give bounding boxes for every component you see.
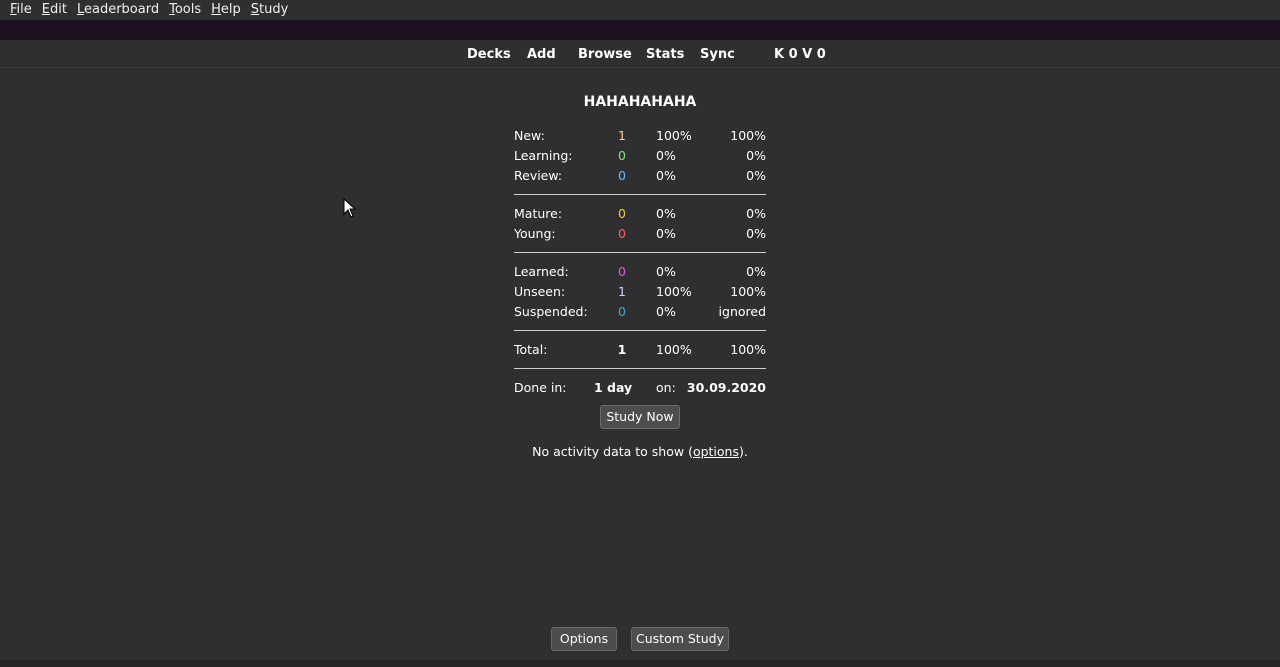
stats-row-review: Review: 0 0% 0%	[514, 166, 766, 186]
stat-count: 0	[618, 226, 626, 241]
stat-count: 0	[618, 206, 626, 221]
add-link[interactable]: Add	[527, 47, 556, 62]
menu-study-key: S	[250, 2, 260, 17]
stat-label: Mature:	[514, 206, 563, 221]
no-activity-suffix: ).	[739, 444, 748, 459]
menu-leaderboard-key: L	[76, 2, 84, 17]
main-toolbar: Decks Add Browse Stats Sync K 0 V 0	[0, 40, 1280, 68]
stat-percent: 100%	[656, 284, 692, 299]
stat-label: Learned:	[514, 264, 569, 279]
profile-indicator[interactable]: K 0 V 0	[774, 47, 826, 62]
stat-percent: 0%	[656, 206, 676, 221]
stat-percent: 0%	[656, 304, 676, 319]
stat-percent-total: 0%	[746, 168, 766, 183]
stat-label: Suspended:	[514, 304, 588, 319]
menu-edit-label: dit	[50, 2, 67, 17]
stat-label: Learning:	[514, 148, 573, 163]
divider	[514, 244, 766, 262]
menu-edit-key: E	[41, 2, 50, 17]
stat-label: Review:	[514, 168, 563, 183]
done-on-label: on:	[656, 380, 676, 395]
bottom-strip	[0, 660, 1280, 667]
stats-row-learned: Learned: 0 0% 0%	[514, 262, 766, 282]
menu-file-label: ile	[16, 2, 32, 17]
stat-percent: 0%	[656, 264, 676, 279]
stat-count: 1	[618, 284, 626, 299]
menu-help[interactable]: Help	[211, 0, 241, 20]
no-activity-text: No activity data to show (	[532, 444, 693, 459]
stat-label: Unseen:	[514, 284, 566, 299]
decks-link[interactable]: Decks	[467, 47, 511, 62]
stat-count: 0	[618, 264, 626, 279]
stats-link[interactable]: Stats	[646, 47, 684, 62]
options-link[interactable]: options	[693, 444, 739, 459]
stat-percent-total: 0%	[746, 148, 766, 163]
stat-percent: 100%	[656, 342, 692, 357]
stat-percent: 100%	[656, 128, 692, 143]
stat-count: 1	[618, 128, 626, 143]
menu-study-label: tudy	[259, 2, 289, 17]
stats-row-learning: Learning: 0 0% 0%	[514, 146, 766, 166]
menu-tools-label: ools	[174, 2, 202, 17]
stat-label: Total:	[514, 342, 548, 357]
stat-percent-total: 0%	[746, 264, 766, 279]
divider	[514, 322, 766, 340]
menu-leaderboard-label: eaderboard	[83, 2, 160, 17]
deck-title: HAHAHAHAHA	[583, 94, 697, 110]
menu-leaderboard[interactable]: Leaderboard	[77, 0, 159, 20]
menu-study[interactable]: Study	[251, 0, 289, 20]
stats-row-unseen: Unseen: 1 100% 100%	[514, 282, 766, 302]
stat-percent-total: 100%	[730, 128, 766, 143]
options-button[interactable]: Options	[551, 627, 617, 651]
stats-row-total: Total: 1 100% 100%	[514, 340, 766, 360]
deck-stats-table: New: 1 100% 100% Learning: 0 0% 0% Revie…	[514, 126, 766, 398]
sync-link[interactable]: Sync	[700, 47, 735, 62]
mouse-cursor-icon	[343, 198, 357, 218]
stat-percent-total: 100%	[730, 284, 766, 299]
menu-edit[interactable]: Edit	[42, 0, 67, 20]
custom-study-button[interactable]: Custom Study	[631, 627, 729, 651]
title-strip	[0, 20, 1280, 40]
no-activity-message: No activity data to show (options).	[0, 444, 1280, 459]
done-in-label: Done in:	[514, 380, 567, 395]
stats-row-new: New: 1 100% 100%	[514, 126, 766, 146]
stat-percent-total: 0%	[746, 226, 766, 241]
done-in-value: 1 day	[594, 380, 633, 395]
stat-percent: 0%	[656, 226, 676, 241]
stat-percent-total: ignored	[718, 304, 766, 319]
browse-link[interactable]: Browse	[578, 47, 632, 62]
stat-percent: 0%	[656, 148, 676, 163]
stats-row-suspended: Suspended: 0 0% ignored	[514, 302, 766, 322]
stats-row-done-in: Done in: 1 day on: 30.09.2020	[514, 378, 766, 398]
stat-count: 0	[618, 168, 626, 183]
stat-count: 0	[618, 304, 626, 319]
stat-percent-total: 0%	[746, 206, 766, 221]
stats-row-mature: Mature: 0 0% 0%	[514, 204, 766, 224]
menu-bar: File Edit Leaderboard Tools Help Study	[0, 0, 1280, 20]
stat-label: Young:	[514, 226, 556, 241]
divider	[514, 360, 766, 378]
divider	[514, 186, 766, 204]
stat-percent-total: 100%	[730, 342, 766, 357]
stat-label: New:	[514, 128, 545, 143]
stat-count: 1	[617, 342, 627, 357]
menu-tools[interactable]: Tools	[169, 0, 201, 20]
done-date: 30.09.2020	[686, 380, 766, 395]
menu-help-label: elp	[220, 2, 241, 17]
menu-file[interactable]: File	[10, 0, 32, 20]
stat-percent: 0%	[656, 168, 676, 183]
stat-count: 0	[618, 148, 626, 163]
stats-row-young: Young: 0 0% 0%	[514, 224, 766, 244]
study-now-button[interactable]: Study Now	[600, 405, 680, 429]
menu-help-key: H	[211, 2, 221, 17]
